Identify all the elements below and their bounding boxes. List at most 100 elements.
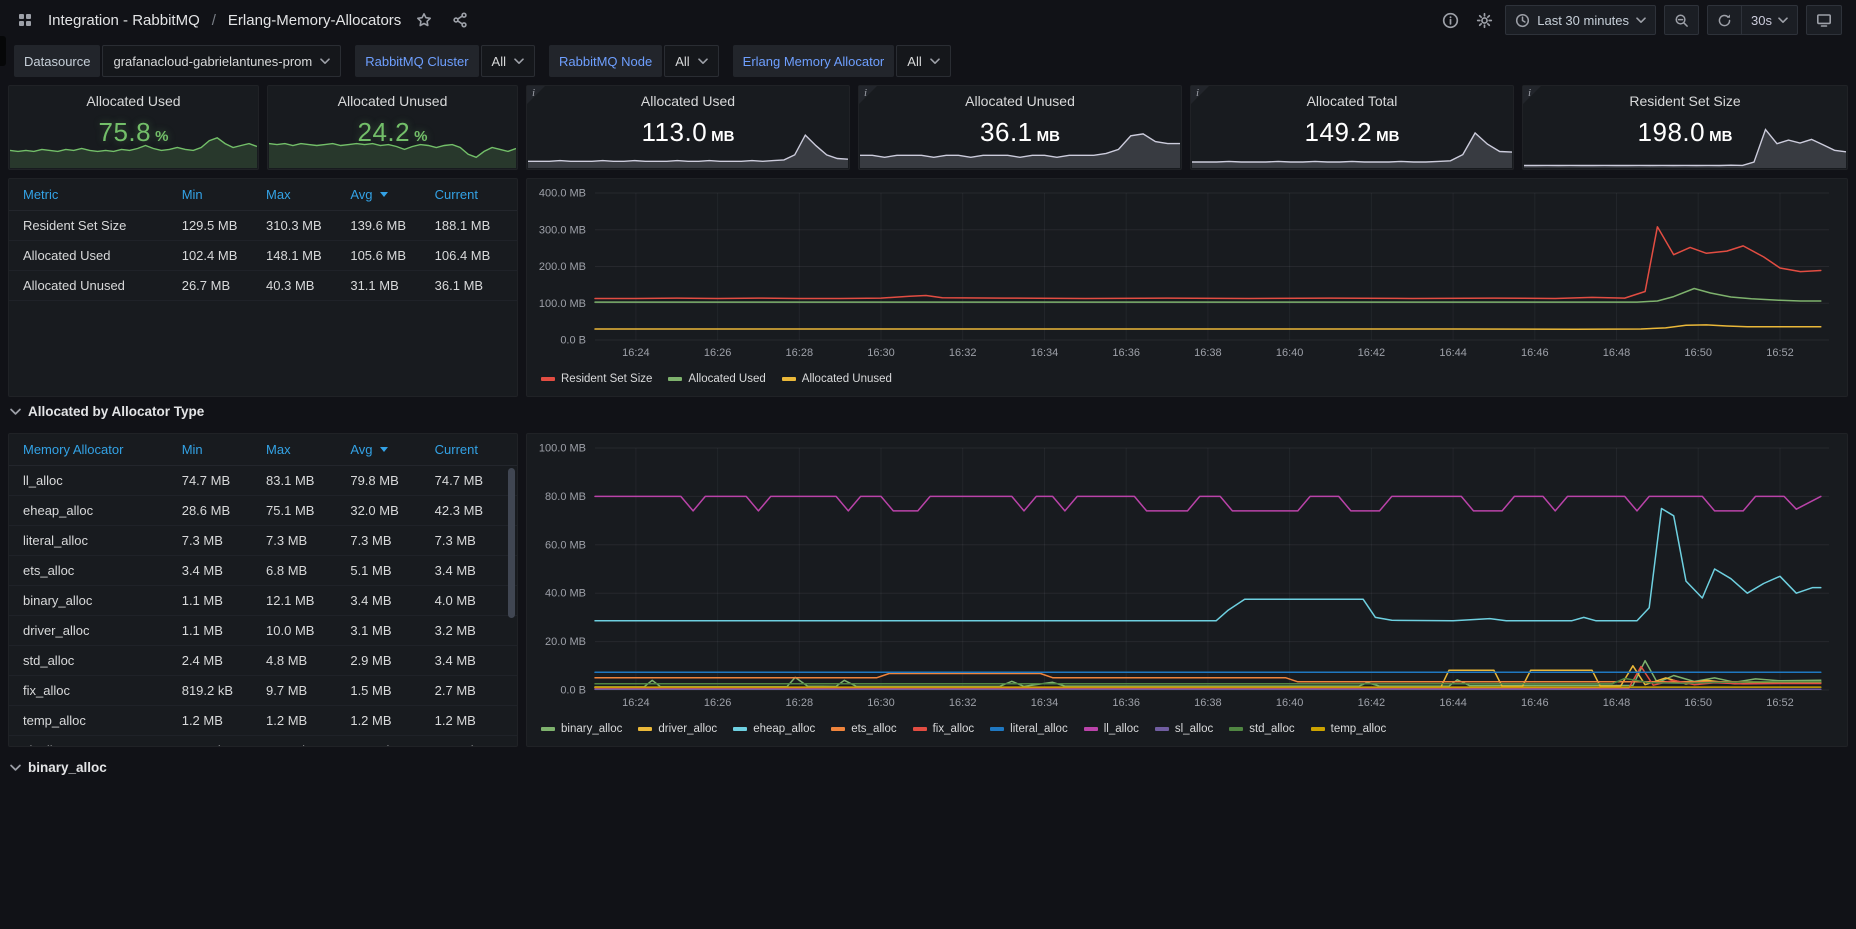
table-cell: 1.2 MB [427,713,511,728]
table-cell: 31.1 MB [342,278,426,293]
panel-info-corner[interactable]: i [1523,86,1541,104]
table-row-fix-alloc: fix_alloc819.2 kB9.7 MB1.5 MB2.7 MB [9,676,517,706]
column-header-metric[interactable]: Metric [15,187,174,202]
chart-canvas[interactable]: 16:2416:2616:2816:3016:3216:3416:3616:38… [531,440,1843,712]
column-header-avg[interactable]: Avg [342,187,426,202]
refresh-interval-dropdown[interactable]: 30s [1742,6,1797,34]
legend-swatch [1229,727,1243,731]
variable-value-rabbitmq-node[interactable]: All [664,45,718,77]
table-cell: 3.4 MB [427,653,511,668]
svg-text:40.0 MB: 40.0 MB [545,588,586,600]
svg-text:16:38: 16:38 [1194,347,1222,359]
table-row-sl-alloc: sl_alloc294.9 kB294.9 kB294.9 kB294.9 kB [9,736,517,747]
legend-item-std-alloc[interactable]: std_alloc [1229,723,1294,735]
panel-allocated-used-percent: Allocated Used 75.8% [8,85,259,170]
grid-icon [17,12,33,28]
zoom-out-button[interactable] [1664,5,1699,35]
svg-text:16:48: 16:48 [1603,347,1631,359]
stat-value-unit: MB [1376,128,1399,145]
breadcrumb-dashboard-title[interactable]: Integration - RabbitMQ [48,12,200,29]
legend-item-binary-alloc[interactable]: binary_alloc [541,723,622,735]
variable-label-rabbitmq-node: RabbitMQ Node [549,45,662,77]
panel-title: Resident Set Size [1523,86,1847,109]
legend-swatch [831,727,845,731]
legend-item-allocated-used[interactable]: Allocated Used [668,373,765,385]
column-header-current[interactable]: Current [427,187,511,202]
column-header-min[interactable]: Min [174,187,258,202]
apps-menu-button[interactable] [12,7,38,33]
dashboard-settings-button[interactable] [1471,7,1497,33]
legend-item-literal-alloc[interactable]: literal_alloc [990,723,1068,735]
table-cell: Resident Set Size [15,218,174,233]
table-row-temp-alloc: temp_alloc1.2 MB1.2 MB1.2 MB1.2 MB [9,706,517,736]
table-scrollbar[interactable] [508,468,515,744]
table-cell: 3.4 MB [174,563,258,578]
column-header-avg[interactable]: Avg [342,442,426,457]
variable-value-text: All [492,54,506,69]
table-header-row: MetricMinMaxAvgCurrent [9,179,517,211]
dashboard-info-button[interactable] [1437,7,1463,33]
refresh-button[interactable] [1708,6,1741,34]
variable-value-erlang-memory-allocator[interactable]: All [896,45,950,77]
svg-text:100.0 MB: 100.0 MB [539,298,586,310]
table-cell: 75.1 MB [258,503,342,518]
chart-canvas[interactable]: 16:2416:2616:2816:3016:3216:3416:3616:38… [531,185,1843,362]
panel-title: Allocated Used [527,86,849,109]
svg-text:16:34: 16:34 [1031,347,1059,359]
legend-label: binary_alloc [561,723,622,735]
svg-text:16:52: 16:52 [1766,347,1794,359]
column-header-max[interactable]: Max [258,187,342,202]
legend-item-temp-alloc[interactable]: temp_alloc [1311,723,1387,735]
panel-info-corner[interactable]: i [859,86,877,104]
legend-item-sl-alloc[interactable]: sl_alloc [1155,723,1213,735]
tv-kiosk-button[interactable] [1806,5,1842,35]
legend-swatch [990,727,1004,731]
sidebar-peek-handle[interactable] [0,36,6,66]
gauge-value-number: 24.2 [358,117,411,147]
table-cell: 294.9 kB [174,743,258,747]
svg-text:16:26: 16:26 [704,347,732,359]
legend-item-resident-set-size[interactable]: Resident Set Size [541,373,652,385]
chevron-down-icon [320,58,330,65]
svg-text:16:48: 16:48 [1603,697,1631,709]
table-row-binary-alloc: binary_alloc1.1 MB12.1 MB3.4 MB4.0 MB [9,586,517,616]
legend-item-ets-alloc[interactable]: ets_alloc [831,723,896,735]
legend-item-eheap-alloc[interactable]: eheap_alloc [733,723,815,735]
table-cell: Allocated Used [15,248,174,263]
time-range-label: Last 30 minutes [1537,13,1629,28]
column-header-current[interactable]: Current [427,442,511,457]
row-toggle-allocated-by-allocator-type[interactable]: Allocated by Allocator Type [10,404,204,419]
table-cell: binary_alloc [15,593,174,608]
table-cell: 79.8 MB [342,473,426,488]
time-range-picker[interactable]: Last 30 minutes [1505,5,1656,35]
legend-item-fix-alloc[interactable]: fix_alloc [913,723,975,735]
share-button[interactable] [447,7,473,33]
star-button[interactable] [411,7,437,33]
legend-label: driver_alloc [658,723,717,735]
table-row-allocated-unused: Allocated Unused26.7 MB40.3 MB31.1 MB36.… [9,271,517,301]
scrollbar-thumb[interactable] [508,468,515,618]
table-row-std-alloc: std_alloc2.4 MB4.8 MB2.9 MB3.4 MB [9,646,517,676]
zoom-out-icon [1674,13,1689,28]
variable-value-datasource[interactable]: grafanacloud-gabrielantunes-prom [102,45,341,77]
table-cell: 3.1 MB [342,623,426,638]
panel-title: Allocated Unused [268,86,517,109]
legend-item-allocated-unused[interactable]: Allocated Unused [782,373,892,385]
monitor-icon [1816,12,1832,28]
row-toggle-binary-alloc[interactable]: binary_alloc [10,760,107,775]
svg-text:60.0 MB: 60.0 MB [545,539,586,551]
panel-info-corner[interactable]: i [1191,86,1209,104]
column-header-max[interactable]: Max [258,442,342,457]
stat-value: 113.0MB [527,117,849,148]
legend-item-ll-alloc[interactable]: ll_alloc [1084,723,1139,735]
legend-item-driver-alloc[interactable]: driver_alloc [638,723,717,735]
gauge-value-unit: % [155,128,168,145]
refresh-icon [1717,13,1732,28]
row-title: binary_alloc [28,760,107,775]
panel-info-corner[interactable]: i [527,86,545,104]
column-header-min[interactable]: Min [174,442,258,457]
table-cell: 32.0 MB [342,503,426,518]
column-header-memory-allocator[interactable]: Memory Allocator [15,442,174,457]
table-cell: 294.9 kB [342,743,426,747]
variable-value-rabbitmq-cluster[interactable]: All [481,45,535,77]
